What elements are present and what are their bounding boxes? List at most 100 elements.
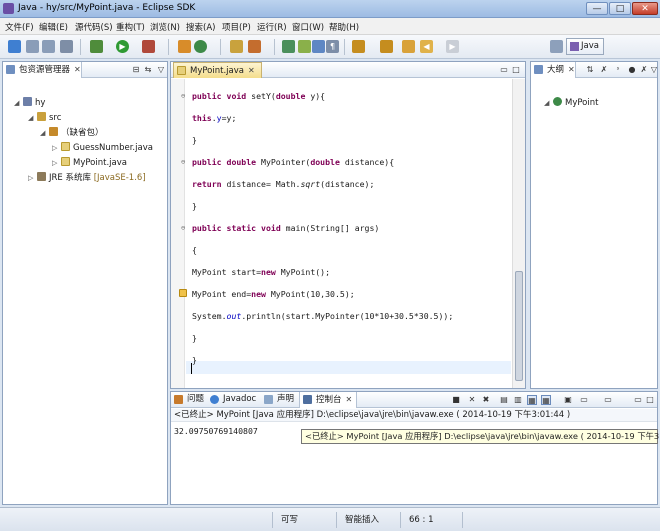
expand-icon[interactable]: ◢ (40, 127, 45, 139)
display-console-icon[interactable]: ▭ (579, 395, 589, 405)
jre-label: JRE 系统库 (49, 173, 91, 183)
previous-annotation-icon[interactable] (380, 40, 393, 53)
expand-icon[interactable]: ◢ (544, 97, 549, 109)
toggle-mark-occurrences-icon[interactable] (282, 40, 295, 53)
tab-problems[interactable]: 问题 (171, 392, 204, 408)
expand-icon[interactable]: ◢ (14, 97, 19, 109)
close-button[interactable]: ✕ (632, 2, 658, 15)
clear-console-icon[interactable]: ▤ (499, 395, 509, 405)
java-file-icon (61, 157, 70, 166)
forward-icon[interactable]: ▶ (446, 40, 459, 53)
remove-launch-icon[interactable]: ✕ (467, 395, 477, 405)
hide-static-icon[interactable]: ˢ (613, 65, 623, 75)
fold-icon[interactable]: ⊖ (181, 223, 185, 234)
close-icon[interactable]: ✕ (346, 395, 353, 404)
tree-item-src[interactable]: ◢ src (28, 112, 61, 124)
expand-icon[interactable]: ▷ (52, 142, 57, 154)
problems-icon (174, 395, 183, 404)
sort-icon[interactable]: ⇅ (585, 65, 595, 75)
tree-item-project[interactable]: ◢ hy (14, 97, 45, 109)
show-whitespace-icon[interactable]: ¶ (326, 40, 339, 53)
collapse-all-icon[interactable]: ⊟ (131, 65, 141, 75)
search-icon[interactable] (248, 40, 261, 53)
console-output[interactable]: 32.09750769140807 (174, 426, 258, 436)
terminate-icon[interactable]: ■ (451, 395, 461, 405)
code-area[interactable]: ⊖ public void setY(double y){ this.y=y; }… (179, 79, 511, 388)
expand-icon[interactable]: ▷ (28, 172, 33, 184)
tab-javadoc[interactable]: Javadoc (207, 392, 256, 408)
close-icon[interactable]: ✕ (248, 66, 255, 75)
fold-icon[interactable]: ⊖ (181, 157, 185, 168)
menu-run[interactable]: 运行(R) (257, 21, 287, 33)
remove-all-terminated-icon[interactable]: ✖ (481, 395, 491, 405)
tab-console[interactable]: 控制台 ✕ (299, 392, 358, 408)
pin-console-icon[interactable]: ▣ (563, 395, 573, 405)
tab-declaration[interactable]: 声明 (261, 392, 294, 408)
menu-file[interactable]: 文件(F) (5, 21, 34, 33)
open-type-icon[interactable] (230, 40, 243, 53)
console-process-label: <已终止> MyPoint [Java 应用程序] D:\eclipse\jav… (171, 409, 657, 422)
next-annotation-icon[interactable] (352, 40, 365, 53)
link-with-editor-icon[interactable]: ⇆ (143, 65, 153, 75)
tree-item-default-package[interactable]: ◢ （缺省包） (40, 127, 104, 139)
package-explorer-panel: 包资源管理器 ✕ ⊟ ⇆ ▽ ◢ hy ◢ src ◢ （缺省包） ▷ Guess… (2, 61, 168, 505)
outline-item-mypoint[interactable]: ◢ MyPoint (544, 97, 598, 109)
menu-window[interactable]: 窗口(W) (292, 21, 324, 33)
menu-edit[interactable]: 编辑(E) (39, 21, 68, 33)
open-console-icon[interactable]: ▭ (603, 395, 613, 405)
scroll-lock-icon[interactable]: ▥ (513, 395, 523, 405)
hide-non-public-icon[interactable]: ● (627, 65, 637, 75)
menu-navigate[interactable]: 浏览(N) (150, 21, 180, 33)
warning-icon[interactable] (179, 289, 187, 297)
maximize-view-icon[interactable]: □ (511, 65, 521, 75)
tab-package-explorer[interactable]: 包资源管理器 ✕ (3, 62, 82, 78)
print-icon[interactable] (60, 40, 73, 53)
menu-project[interactable]: 项目(P) (222, 21, 251, 33)
expand-icon[interactable]: ▷ (52, 157, 57, 169)
maximize-view-icon[interactable]: □ (645, 395, 655, 405)
menu-refactor[interactable]: 重构(T) (116, 21, 145, 33)
tree-item-jre[interactable]: ▷ JRE 系统库 [JavaSE-1.6] (28, 172, 146, 184)
block-selection-icon[interactable] (312, 40, 325, 53)
open-perspective-icon[interactable] (550, 40, 563, 53)
new-java-project-icon[interactable] (178, 40, 191, 53)
save-icon[interactable] (26, 40, 39, 53)
close-icon[interactable]: ✕ (568, 65, 575, 74)
last-edit-location-icon[interactable] (402, 40, 415, 53)
toggle-breadcrumb-icon[interactable] (298, 40, 311, 53)
editor-scrollbar[interactable] (512, 79, 525, 388)
tab-outline[interactable]: 大纲 ✕ (531, 62, 576, 78)
tree-item-guessnumber[interactable]: ▷ GuessNumber.java (52, 142, 153, 154)
fold-icon[interactable]: ⊖ (181, 91, 185, 102)
external-tools-icon[interactable] (142, 40, 155, 53)
debug-icon[interactable] (90, 40, 103, 53)
expand-icon[interactable]: ◢ (28, 112, 33, 124)
minimize-view-icon[interactable]: ▭ (499, 65, 509, 75)
view-menu-icon[interactable]: ▽ (156, 65, 166, 75)
scrollbar-thumb[interactable] (515, 271, 523, 381)
new-class-icon[interactable] (194, 40, 207, 53)
menu-search[interactable]: 搜索(A) (186, 21, 215, 33)
hide-fields-icon[interactable]: ✗ (599, 65, 609, 75)
view-menu-icon[interactable]: ▽ (649, 65, 659, 75)
run-icon[interactable]: ▶ (116, 40, 129, 53)
maximize-button[interactable]: □ (609, 2, 631, 15)
back-icon[interactable]: ◀ (420, 40, 433, 53)
hide-local-types-icon[interactable]: ✗ (639, 65, 649, 75)
minimize-button[interactable]: — (586, 2, 608, 15)
java-perspective-label: Java (581, 41, 599, 51)
tree-item-mypoint[interactable]: ▷ MyPoint.java (52, 157, 127, 169)
status-empty-field (462, 512, 542, 528)
minimize-view-icon[interactable]: ▭ (633, 395, 643, 405)
show-console-on-output-icon[interactable]: ▦ (527, 395, 537, 405)
menu-help[interactable]: 帮助(H) (329, 21, 359, 33)
menu-source[interactable]: 源代码(S) (75, 21, 113, 33)
package-explorer-icon (6, 65, 15, 74)
save-all-icon[interactable] (42, 40, 55, 53)
tab-mypoint-java[interactable]: MyPoint.java ✕ (173, 62, 262, 78)
java-perspective-button[interactable]: Java (566, 38, 604, 55)
new-icon[interactable] (8, 40, 21, 53)
close-icon[interactable]: ✕ (74, 65, 81, 74)
outline-label: 大纲 (547, 65, 565, 75)
show-console-on-error-icon[interactable]: ▦ (541, 395, 551, 405)
